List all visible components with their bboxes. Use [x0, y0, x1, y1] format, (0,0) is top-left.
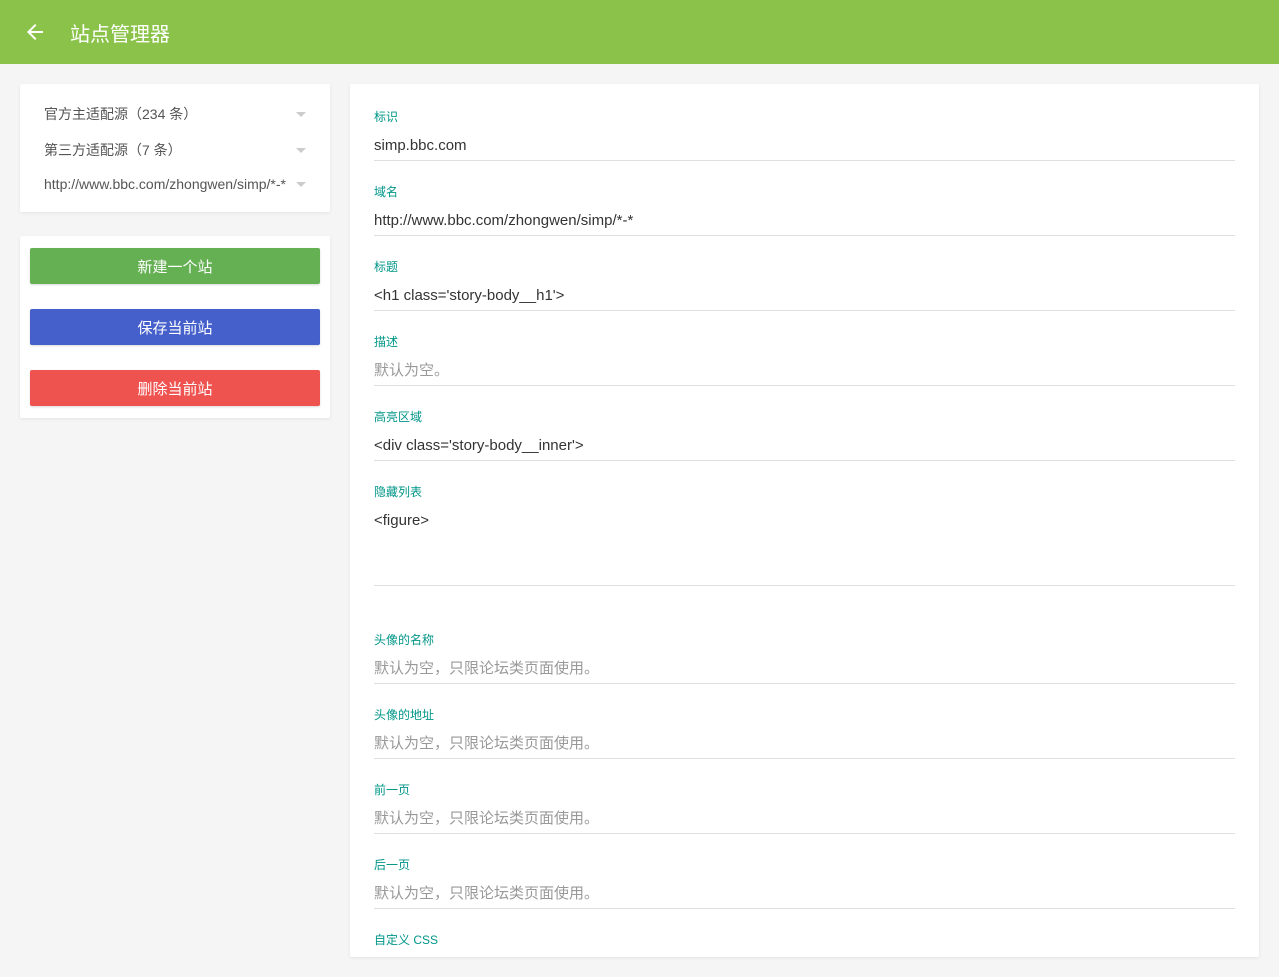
tree-item-label: http://www.bbc.com/zhongwen/simp/*-*: [44, 176, 288, 192]
field-identifier: 标识: [374, 108, 1235, 161]
prev-page-input[interactable]: [374, 804, 1235, 834]
content-area: 官方主适配源（234 条） 第三方适配源（7 条） http://www.bbc…: [0, 64, 1279, 977]
description-input[interactable]: [374, 356, 1235, 386]
field-hidden: 隐藏列表: [374, 483, 1235, 591]
tree-item-label: 第三方适配源（7 条）: [44, 140, 288, 160]
field-description: 描述: [374, 333, 1235, 386]
avatar-name-input[interactable]: [374, 654, 1235, 684]
app-header: 站点管理器: [0, 0, 1279, 64]
hidden-input[interactable]: [374, 506, 1235, 586]
tree-item-official[interactable]: 官方主适配源（234 条）: [20, 96, 330, 132]
chevron-down-icon: [296, 112, 306, 117]
page-title: 站点管理器: [70, 18, 170, 47]
field-label: 高亮区域: [374, 408, 1235, 425]
field-custom-css: 自定义 CSS: [374, 931, 1235, 957]
field-prev-page: 前一页: [374, 781, 1235, 834]
new-site-button[interactable]: 新建一个站: [30, 248, 320, 284]
field-label: 隐藏列表: [374, 483, 1235, 500]
field-label: 后一页: [374, 856, 1235, 873]
highlight-input[interactable]: [374, 431, 1235, 461]
form-panel: 标识 域名 标题 描述 高亮区域 隐藏列表 头像的名称 头像的地: [350, 84, 1259, 957]
delete-site-button[interactable]: 删除当前站: [30, 370, 320, 406]
chevron-down-icon: [296, 182, 306, 187]
actions-card: 新建一个站 保存当前站 删除当前站: [20, 236, 330, 418]
sidebar: 官方主适配源（234 条） 第三方适配源（7 条） http://www.bbc…: [20, 84, 330, 957]
field-label: 头像的名称: [374, 631, 1235, 648]
field-highlight: 高亮区域: [374, 408, 1235, 461]
back-arrow-icon[interactable]: [20, 17, 50, 47]
field-label: 描述: [374, 333, 1235, 350]
tree-item-label: 官方主适配源（234 条）: [44, 104, 288, 124]
tree-item-site[interactable]: http://www.bbc.com/zhongwen/simp/*-*: [20, 168, 330, 200]
chevron-down-icon: [296, 148, 306, 153]
tree-item-thirdparty[interactable]: 第三方适配源（7 条）: [20, 132, 330, 168]
identifier-input[interactable]: [374, 131, 1235, 161]
field-label: 标题: [374, 258, 1235, 275]
avatar-url-input[interactable]: [374, 729, 1235, 759]
field-avatar-name: 头像的名称: [374, 631, 1235, 684]
field-label: 域名: [374, 183, 1235, 200]
field-domain: 域名: [374, 183, 1235, 236]
domain-input[interactable]: [374, 206, 1235, 236]
field-label: 头像的地址: [374, 706, 1235, 723]
field-avatar-url: 头像的地址: [374, 706, 1235, 759]
field-label: 标识: [374, 108, 1235, 125]
title-input[interactable]: [374, 281, 1235, 311]
field-label: 自定义 CSS: [374, 931, 1235, 948]
source-tree-card: 官方主适配源（234 条） 第三方适配源（7 条） http://www.bbc…: [20, 84, 330, 212]
field-next-page: 后一页: [374, 856, 1235, 909]
next-page-input[interactable]: [374, 879, 1235, 909]
save-site-button[interactable]: 保存当前站: [30, 309, 320, 345]
field-title: 标题: [374, 258, 1235, 311]
field-label: 前一页: [374, 781, 1235, 798]
